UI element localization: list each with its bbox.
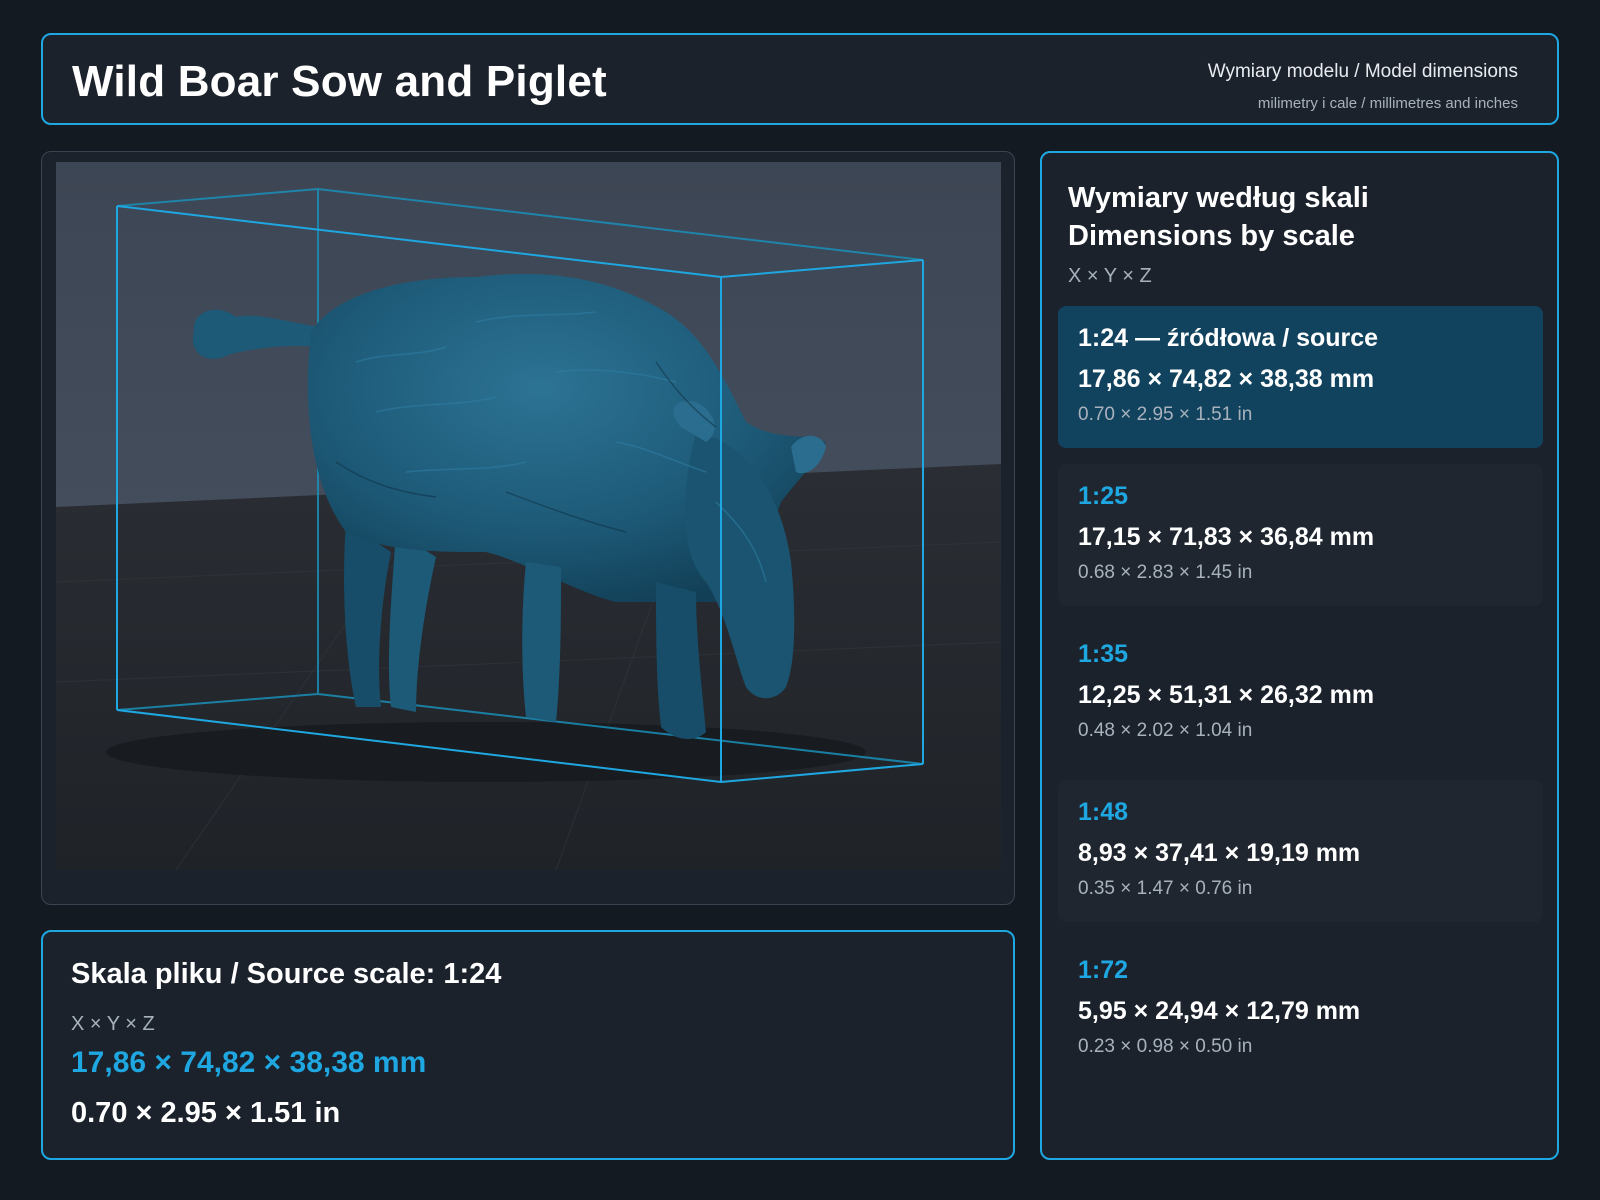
source-scale-panel: Skala pliku / Source scale: 1:24 X × Y ×… bbox=[41, 930, 1015, 1160]
model-shadow bbox=[106, 722, 866, 782]
scale-dimensions-mm: 8,93 × 37,41 × 19,19 mm bbox=[1078, 839, 1361, 867]
model-viewer-panel bbox=[41, 151, 1015, 905]
scale-dimensions-inches: 0.68 × 2.83 × 1.45 in bbox=[1078, 562, 1253, 583]
header-subtitle: Wymiary modelu / Model dimensions bbox=[1207, 61, 1518, 82]
scale-dimensions-inches: 0.35 × 1.47 × 0.76 in bbox=[1078, 878, 1253, 899]
source-scale-title: Skala pliku / Source scale: 1:24 bbox=[71, 958, 502, 990]
scale-card-1-24[interactable]: 1:24 — źródłowa / source 17,86 × 74,82 ×… bbox=[1058, 306, 1543, 448]
scale-dimensions-inches: 0.70 × 2.95 × 1.51 in bbox=[1078, 404, 1253, 425]
scales-axes-label: X × Y × Z bbox=[1068, 265, 1152, 287]
scale-list: 1:24 — źródłowa / source 17,86 × 74,82 ×… bbox=[1058, 306, 1543, 1096]
scale-card-1-48[interactable]: 1:48 8,93 × 37,41 × 19,19 mm 0.35 × 1.47… bbox=[1058, 780, 1543, 922]
source-axes-label: X × Y × Z bbox=[71, 1013, 155, 1035]
scale-card-1-72[interactable]: 1:72 5,95 × 24,94 × 12,79 mm 0.23 × 0.98… bbox=[1058, 938, 1543, 1080]
page: Wild Boar Sow and Piglet Wymiary modelu … bbox=[0, 0, 1600, 1200]
dimensions-by-scale-panel: Wymiary według skali Dimensions by scale… bbox=[1040, 151, 1559, 1160]
scales-title-pl: Wymiary według skali bbox=[1068, 182, 1369, 214]
scale-dimensions-mm: 17,86 × 74,82 × 38,38 mm bbox=[1078, 365, 1375, 393]
model-viewport[interactable] bbox=[56, 162, 1001, 870]
scales-title-en: Dimensions by scale bbox=[1068, 220, 1355, 252]
scale-label: 1:48 bbox=[1078, 798, 1129, 826]
scale-dimensions-inches: 0.48 × 2.02 × 1.04 in bbox=[1078, 720, 1253, 741]
source-dimensions-mm: 17,86 × 74,82 × 38,38 mm bbox=[71, 1046, 427, 1079]
scale-card-1-35[interactable]: 1:35 12,25 × 51,31 × 26,32 mm 0.48 × 2.0… bbox=[1058, 622, 1543, 764]
scale-dimensions-mm: 12,25 × 51,31 × 26,32 mm bbox=[1078, 681, 1375, 709]
scale-dimensions-mm: 17,15 × 71,83 × 36,84 mm bbox=[1078, 523, 1375, 551]
scale-dimensions-inches: 0.23 × 0.98 × 0.50 in bbox=[1078, 1036, 1253, 1057]
scale-card-1-25[interactable]: 1:25 17,15 × 71,83 × 36,84 mm 0.68 × 2.8… bbox=[1058, 464, 1543, 606]
page-title: Wild Boar Sow and Piglet bbox=[72, 57, 607, 106]
header-bar: Wild Boar Sow and Piglet Wymiary modelu … bbox=[41, 33, 1559, 125]
scale-dimensions-mm: 5,95 × 24,94 × 12,79 mm bbox=[1078, 997, 1361, 1025]
scale-label: 1:35 bbox=[1078, 640, 1129, 668]
scale-label: 1:25 bbox=[1078, 482, 1129, 510]
source-dimensions-inches: 0.70 × 2.95 × 1.51 in bbox=[71, 1097, 341, 1129]
viewport-scene bbox=[56, 162, 1001, 870]
scales-panel-title: Wymiary według skali Dimensions by scale bbox=[1068, 179, 1369, 255]
scale-label: 1:24 — źródłowa / source bbox=[1078, 324, 1379, 352]
header-units-note: milimetry i cale / millimetres and inche… bbox=[1257, 95, 1518, 112]
scale-label: 1:72 bbox=[1078, 956, 1129, 984]
